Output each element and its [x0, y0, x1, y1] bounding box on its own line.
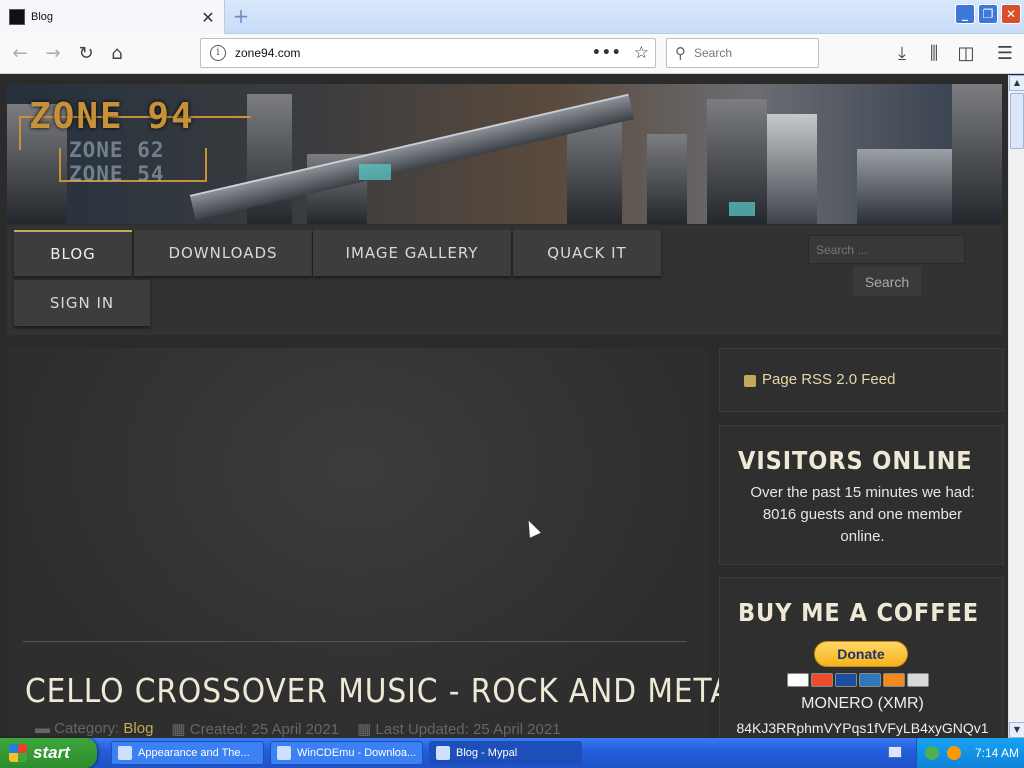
folder-icon: ▬: [35, 720, 50, 737]
updated-meta: ▦ Last Updated: 25 April 2021: [357, 720, 561, 738]
article-divider: [23, 641, 687, 642]
page-scrollbar[interactable]: ▲ ▼: [1008, 75, 1024, 738]
download-icon[interactable]: ⤓: [890, 42, 914, 66]
site-banner: ZONE 94 ZONE 62 ZONE 54: [7, 84, 1002, 224]
calendar-icon: ▦: [357, 721, 372, 738]
browser-icon: [277, 746, 291, 760]
search-icon: ⚲: [675, 44, 686, 62]
library-icon[interactable]: ⫼: [922, 42, 946, 66]
maestro-card-icon: [835, 673, 857, 687]
search-tray-icon[interactable]: [947, 746, 961, 760]
browser-tab[interactable]: Blog ✕: [0, 0, 225, 34]
calendar-icon: ▦: [171, 721, 186, 738]
updated-date: Last Updated: 25 April 2021: [375, 721, 561, 738]
article-meta: ▬ Category: Blog ▦ Created: 25 April 202…: [35, 720, 695, 738]
hamburger-menu-icon[interactable]: ☰: [993, 42, 1017, 66]
banner-building: [857, 149, 952, 224]
page-viewport: ZONE 94 ZONE 62 ZONE 54 BLOG DOWNLOADS I…: [0, 75, 1008, 738]
windows-taskbar: start Appearance and The... WinCDEmu - D…: [0, 738, 1024, 768]
taskbar-item-label: Appearance and The...: [138, 747, 250, 759]
taskbar-item-active[interactable]: Blog - Mypal: [429, 741, 582, 765]
reload-icon[interactable]: ↻: [74, 42, 98, 66]
created-date: Created: 25 April 2021: [189, 721, 340, 738]
category-label: Category:: [54, 720, 120, 737]
window-maximize-button[interactable]: ❐: [978, 4, 998, 24]
network-icon[interactable]: [925, 746, 939, 760]
logo-subtitle: ZONE 62: [69, 138, 165, 162]
rss-feed-link[interactable]: Page RSS 2.0 Feed: [762, 371, 895, 388]
browser-icon: [436, 746, 450, 760]
coffee-panel: BUY ME A COFFEE Donate MONERO (XMR) 84KJ…: [719, 577, 1004, 738]
url-bar[interactable]: i zone94.com ••• ☆: [200, 38, 656, 68]
article-title[interactable]: CELLO CROSSOVER MUSIC - ROCK AND METAL: [25, 671, 749, 710]
sidebar-icon[interactable]: ◫: [954, 42, 978, 66]
article-card: CELLO CROSSOVER MUSIC - ROCK AND METAL ▬…: [7, 348, 748, 738]
visitors-panel: VISITORS ONLINE Over the past 15 minutes…: [719, 425, 1004, 565]
banner-building: [767, 114, 817, 224]
site-menu: BLOG DOWNLOADS IMAGE GALLERY QUACK IT SI…: [7, 225, 1002, 335]
visitors-text: Over the past 15 minutes we had: 8016 gu…: [750, 484, 975, 545]
window-minimize-button[interactable]: _: [955, 4, 975, 24]
visitors-heading: VISITORS ONLINE: [738, 446, 973, 475]
bookmark-star-icon[interactable]: ☆: [634, 43, 649, 63]
windows-logo-icon: [9, 744, 27, 762]
search-placeholder: Search: [694, 46, 733, 60]
logo-subtitle: ZONE 54: [69, 162, 165, 186]
site-info-icon[interactable]: i: [210, 45, 226, 61]
taskbar-item-label: WinCDEmu - Downloa...: [297, 747, 417, 759]
monero-title: MONERO (XMR): [801, 695, 924, 712]
menu-item-image-gallery[interactable]: IMAGE GALLERY: [313, 230, 511, 276]
scroll-up-icon[interactable]: ▲: [1009, 75, 1024, 91]
mastercard-icon: [811, 673, 833, 687]
banner-sign: [729, 202, 755, 216]
browser-navbar: ← → ↻ ⌂ i zone94.com ••• ☆ ⚲ Search ⤓ ⫼ …: [0, 34, 1024, 74]
scroll-down-icon[interactable]: ▼: [1009, 722, 1024, 738]
window-close-button[interactable]: ✕: [1001, 4, 1021, 24]
created-meta: ▦ Created: 25 April 2021: [171, 720, 339, 738]
site-search-input[interactable]: Search ...: [808, 235, 965, 264]
keyboard-icon[interactable]: [888, 746, 902, 758]
site-logo[interactable]: ZONE 94: [29, 96, 195, 137]
home-icon[interactable]: ⌂: [105, 42, 129, 66]
bank-card-icon: [907, 673, 929, 687]
new-tab-button[interactable]: +: [230, 4, 252, 28]
system-tray: 7:14 AM: [916, 738, 1024, 768]
menu-item-blog[interactable]: BLOG: [14, 230, 132, 276]
rss-icon: [744, 375, 756, 387]
start-button[interactable]: start: [0, 738, 97, 768]
payment-cards: [787, 673, 929, 687]
tab-close-icon[interactable]: ✕: [198, 8, 218, 27]
menu-item-downloads[interactable]: DOWNLOADS: [134, 230, 312, 276]
rss-panel: Page RSS 2.0 Feed: [719, 348, 1004, 412]
site-search-button[interactable]: Search: [853, 267, 921, 296]
banner-sign: [359, 164, 391, 180]
taskbar-item[interactable]: Appearance and The...: [111, 741, 264, 765]
back-arrow-icon[interactable]: ←: [8, 42, 32, 66]
monero-address[interactable]: 84KJ3RRphmVYPqs1fVFyLB4xyGNQv1: [720, 720, 1005, 736]
forward-arrow-icon[interactable]: →: [41, 42, 65, 66]
url-text[interactable]: zone94.com: [235, 46, 592, 60]
taskbar-item-label: Blog - Mypal: [456, 747, 518, 759]
donate-button[interactable]: Donate: [814, 641, 908, 667]
browser-search-input[interactable]: ⚲ Search: [666, 38, 819, 68]
site-favicon-icon: [9, 9, 25, 25]
tab-title: Blog: [31, 11, 54, 23]
category-meta: ▬ Category: Blog: [35, 720, 153, 738]
taskbar-item[interactable]: WinCDEmu - Downloa...: [270, 741, 423, 765]
start-label: start: [33, 743, 70, 762]
banner-building: [647, 134, 687, 224]
control-panel-icon: [118, 746, 132, 760]
page-actions-icon[interactable]: •••: [592, 45, 622, 61]
clock[interactable]: 7:14 AM: [975, 746, 1019, 760]
menu-item-sign-in[interactable]: SIGN IN: [14, 280, 150, 326]
banner-building: [952, 84, 1002, 224]
browser-titlebar: Blog ✕ + _ ❐ ✕: [0, 0, 1024, 34]
coffee-heading: BUY ME A COFFEE: [738, 598, 980, 627]
amex-card-icon: [859, 673, 881, 687]
category-link[interactable]: Blog: [123, 720, 153, 737]
discover-card-icon: [883, 673, 905, 687]
menu-item-quack-it[interactable]: QUACK IT: [513, 230, 661, 276]
scrollbar-thumb[interactable]: [1010, 93, 1024, 149]
visa-card-icon: [787, 673, 809, 687]
